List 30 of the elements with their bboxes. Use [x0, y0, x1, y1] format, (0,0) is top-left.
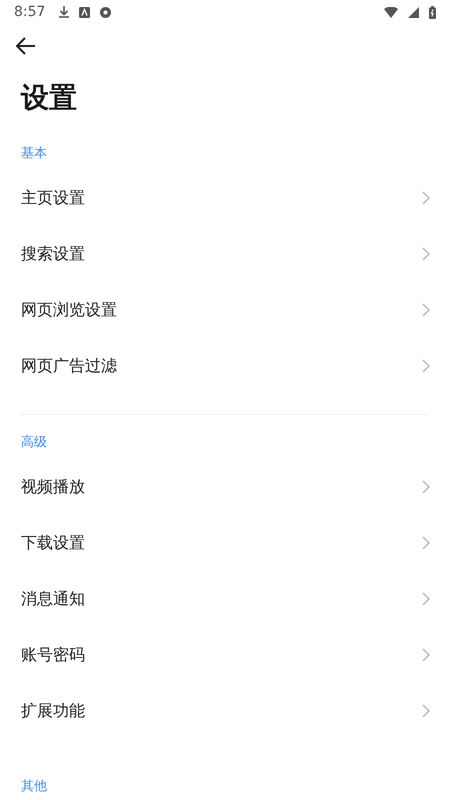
battery-icon — [429, 6, 436, 18]
chevron-right-icon — [422, 592, 430, 606]
section-header: 高级 — [20, 434, 48, 452]
signal-icon — [408, 6, 419, 18]
settings-item[interactable]: 视频播放 — [0, 459, 450, 515]
chevron-right-icon — [422, 359, 430, 373]
chevron-right-icon — [422, 191, 430, 205]
chevron-right-icon — [422, 648, 430, 662]
app-notification-icon — [79, 6, 90, 18]
chevron-right-icon — [422, 704, 430, 718]
back-arrow-icon[interactable] — [16, 37, 36, 55]
chevron-right-icon — [422, 303, 430, 317]
settings-item[interactable]: 主页设置 — [0, 170, 450, 226]
section-header: 其他 — [20, 778, 48, 796]
page-title: 设置 — [21, 80, 78, 116]
settings-item[interactable]: 搜索设置 — [0, 226, 450, 282]
settings-item[interactable]: 网页浏览设置 — [0, 282, 450, 338]
settings-item[interactable]: 扩展功能 — [0, 683, 450, 739]
chevron-right-icon — [422, 480, 430, 494]
wifi-icon — [384, 6, 398, 18]
status-time: 8:57 — [14, 4, 46, 20]
settings-item[interactable]: 下载设置 — [0, 515, 450, 571]
settings-item[interactable]: 消息通知 — [0, 571, 450, 627]
settings-item[interactable]: 网页广告过滤 — [0, 338, 450, 394]
settings-item[interactable]: 账号密码 — [0, 627, 450, 683]
chevron-right-icon — [422, 536, 430, 550]
chevron-right-icon — [422, 247, 430, 261]
download-icon — [59, 6, 70, 18]
record-icon — [100, 6, 112, 18]
section-header: 基本 — [20, 145, 48, 163]
